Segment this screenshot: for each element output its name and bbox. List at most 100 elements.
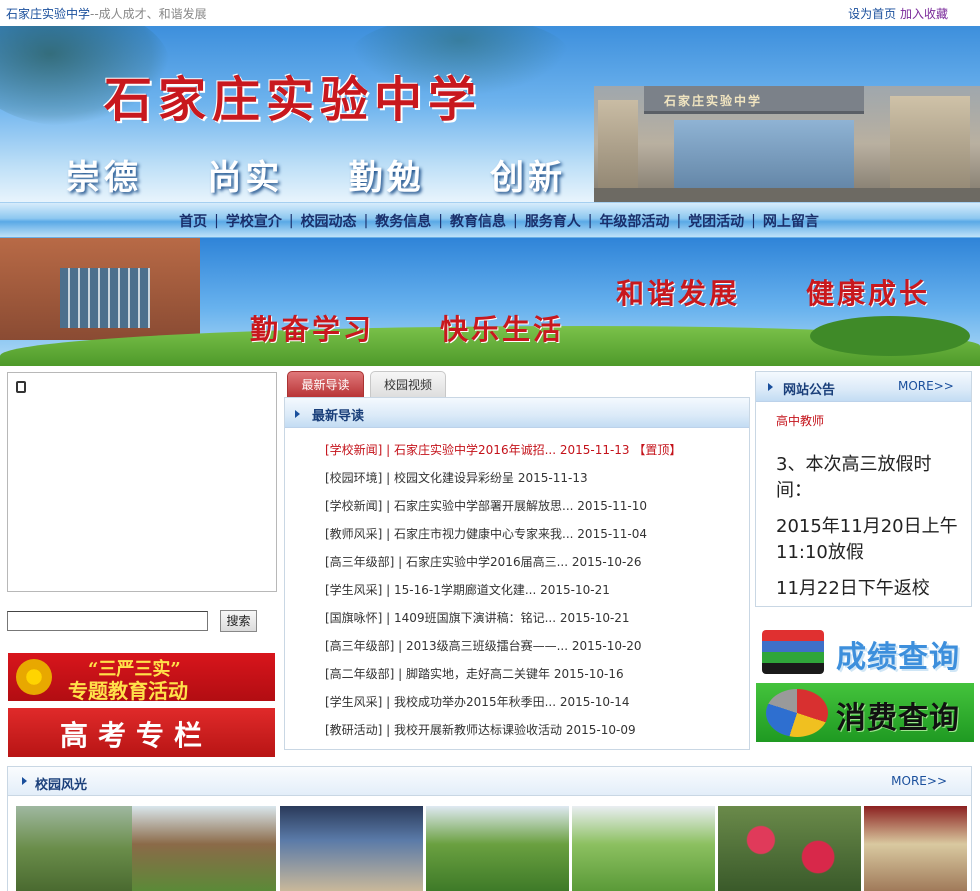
news-item[interactable]: [校园环境] | 校园文化建设异彩纷呈 2015-11-13 (325, 470, 745, 498)
nav-separator: | (288, 213, 294, 229)
slogan-text: 勤奋学习 (250, 313, 375, 346)
gallery-photo[interactable] (718, 806, 861, 891)
news-item[interactable]: [学校新闻] | 石家庄实验中学部署开展解放思... 2015-11-10 (325, 498, 745, 526)
gallery-photo[interactable] (426, 806, 569, 891)
announcement-panel: 网站公告 MORE>> 高中教师 3、本次高三放假时间： 2015年11月20日… (755, 371, 972, 607)
announcement-title: 网站公告 (783, 383, 836, 398)
news-item[interactable]: [高二年级部] | 脚踏实地，走好高二关键年 2015-10-16 (325, 666, 745, 694)
motto-word: 崇德 (66, 158, 142, 198)
grade-query-button[interactable]: 成绩查询 (756, 622, 972, 682)
arrow-right-icon (295, 410, 300, 418)
tab-campus-video[interactable]: 校园视频 (370, 371, 446, 397)
announcement-line: 11月22日下午返校 (776, 578, 930, 599)
set-home-link[interactable]: 设为首页 (848, 7, 896, 21)
consumption-query-button[interactable]: 消费查询 (756, 683, 974, 742)
nav-item-school-intro[interactable]: 学校宣介 (226, 211, 282, 231)
news-item[interactable]: [高三年级部] | 2013级高三班级擂台赛——... 2015-10-20 (325, 638, 745, 666)
consumption-query-label: 消费查询 (836, 701, 960, 736)
pie-chart-icon (766, 689, 828, 737)
news-item[interactable]: [学生风采] | 我校成功举办2015年秋季田... 2015-10-14 (325, 694, 745, 722)
main-nav: 首页 | 学校宣介 | 校园动态 | 教务信息 | 教育信息 | 服务育人 | … (0, 202, 980, 238)
books-graduation-cap-icon (762, 630, 824, 674)
school-name-title: 石家庄实验中学 (104, 72, 483, 128)
announcement-line: 2015年11月20日上午11:10放假 (776, 516, 958, 563)
site-slogan: --成人成才、和谐发展 (90, 7, 207, 21)
gate-ground (594, 188, 980, 202)
news-item[interactable]: [学生风采] | 15-16-1学期廊道文化建... 2015-10-21 (325, 582, 745, 610)
promo-label: 高考专栏 (60, 719, 213, 752)
slogan-text: 健康成长 (806, 277, 931, 310)
news-panel: 最新导读 [学校新闻] | 石家庄实验中学2016年诚招... 2015-11-… (284, 397, 750, 750)
nav-separator: | (214, 213, 219, 229)
nav-item-guestbook[interactable]: 网上留言 (763, 211, 819, 231)
nav-separator: | (676, 213, 682, 229)
sanyan-sanshi-banner[interactable]: “三严三实” 专题教育活动 (8, 653, 275, 701)
announcement-header: 网站公告 MORE>> (756, 372, 971, 402)
gallery-title: 校园风光 (35, 778, 88, 793)
campus-gallery (7, 796, 972, 891)
gallery-photo[interactable] (572, 806, 715, 891)
school-motto: 崇德 尚实 勤勉 创新 (66, 150, 566, 199)
nav-item-education-info[interactable]: 教育信息 (450, 211, 506, 231)
slogan-banner: 和谐发展 健康成长 勤奋学习 快乐生活 (0, 238, 980, 366)
promo-line: 专题教育活动 (68, 679, 188, 701)
nav-item-academic-info[interactable]: 教务信息 (375, 211, 431, 231)
announcement-more-link[interactable]: MORE>> (898, 379, 954, 393)
page: 石家庄实验中学--成人成才、和谐发展 设为首页 加入收藏 石家庄实验中学 崇德 … (0, 0, 980, 891)
news-item[interactable]: [教师风采] | 石家庄市视力健康中心专家来我... 2015-11-04 (325, 526, 745, 554)
news-item[interactable]: [国旗咏怀] | 1409班国旗下演讲稿：铭记... 2015-10-21 (325, 610, 745, 638)
news-item[interactable]: [高三年级部] | 石家庄实验中学2016届高三... 2015-10-26 (325, 554, 745, 582)
nav-item-services[interactable]: 服务育人 (525, 211, 581, 231)
site-name-line: 石家庄实验中学--成人成才、和谐发展 (6, 5, 207, 22)
gallery-photo[interactable] (16, 806, 132, 891)
announcement-subtitle[interactable]: 高中教师 (776, 412, 824, 429)
announcement-body: 3、本次高三放假时间： 2015年11月20日上午11:10放假 11月22日下… (776, 452, 966, 606)
site-name-link[interactable]: 石家庄实验中学 (6, 7, 90, 21)
nav-item-party-activities[interactable]: 党团活动 (688, 211, 744, 231)
gate-pillar (890, 96, 970, 202)
grade-query-label: 成绩查询 (836, 640, 960, 675)
gallery-photo[interactable] (280, 806, 423, 891)
add-favorite-link[interactable]: 加入收藏 (900, 7, 948, 21)
news-panel-header: 最新导读 (285, 398, 749, 428)
motto-word: 勤勉 (348, 158, 425, 198)
arrow-right-icon (768, 383, 773, 391)
news-list: [学校新闻] | 石家庄实验中学2016年诚招... 2015-11-13 【置… (325, 442, 745, 750)
gallery-photo[interactable] (864, 806, 967, 891)
search-input[interactable] (7, 611, 208, 631)
slogan-text: 和谐发展 (616, 277, 741, 310)
arrow-right-icon (22, 777, 27, 785)
building-windows (60, 268, 150, 328)
gate-sign: 石家庄实验中学 (664, 94, 763, 108)
nav-item-grade-activities[interactable]: 年级部活动 (599, 211, 669, 231)
top-bar: 石家庄实验中学--成人成才、和谐发展 设为首页 加入收藏 (0, 0, 980, 26)
nav-list: 首页 | 学校宣介 | 校园动态 | 教务信息 | 教育信息 | 服务育人 | … (0, 203, 980, 239)
nav-item-campus-news[interactable]: 校园动态 (301, 211, 357, 231)
nav-separator: | (438, 213, 443, 229)
news-tabs: 最新导读 校园视频 (287, 371, 452, 397)
nav-separator: | (513, 213, 518, 229)
motto-word: 创新 (489, 158, 566, 198)
nav-item-home[interactable]: 首页 (179, 211, 207, 231)
gallery-photo[interactable] (132, 806, 276, 891)
header-banner: 石家庄实验中学 崇德 尚实 勤勉 创新 石家庄实验中学 (0, 26, 980, 202)
video-player[interactable] (7, 372, 277, 592)
tree-decoration (810, 316, 970, 356)
news-item[interactable]: [学校新闻] | 石家庄实验中学2016年诚招... 2015-11-13 【置… (325, 442, 745, 470)
news-item[interactable]: [教研活动] | 我校开展新教师达标课验收活动 2015-10-09 (325, 722, 745, 750)
news-panel-title: 最新导读 (312, 409, 365, 424)
gallery-more-link[interactable]: MORE>> (891, 774, 947, 788)
gaokao-banner[interactable]: 高考专栏 (8, 708, 275, 757)
building-photo (0, 238, 200, 340)
slogan-text: 快乐生活 (440, 313, 565, 346)
gate-pillar (598, 100, 638, 202)
search-button[interactable]: 搜索 (220, 610, 257, 632)
nav-separator: | (751, 213, 756, 229)
media-placeholder-icon (16, 381, 26, 393)
top-links: 设为首页 加入收藏 (848, 5, 948, 22)
school-gate-photo: 石家庄实验中学 (594, 86, 980, 202)
tab-latest-reading[interactable]: 最新导读 (287, 371, 364, 397)
announcement-line: 3、本次高三放假时间： (776, 454, 932, 501)
gallery-header: 校园风光 MORE>> (7, 766, 972, 796)
nav-separator: | (363, 213, 369, 229)
